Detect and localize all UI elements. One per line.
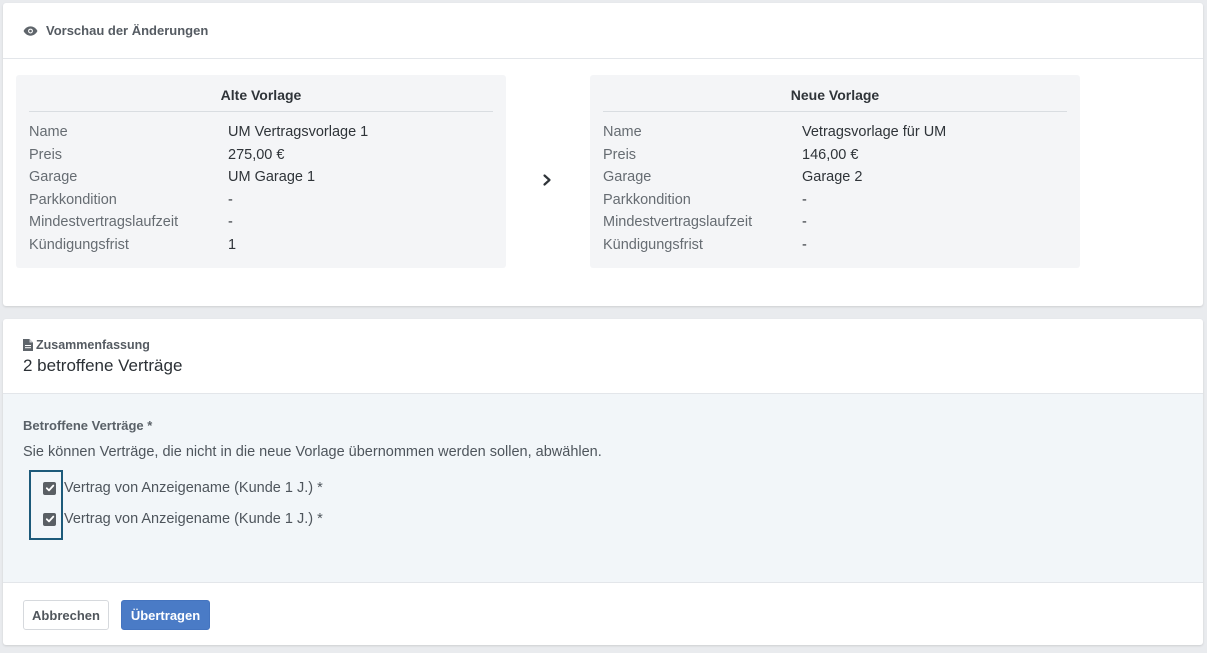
check-icon <box>45 484 54 492</box>
new-row-min-term: Mindestvertragslaufzeit - <box>603 211 1067 234</box>
row-value: Vetragsvorlage für UM <box>802 124 947 140</box>
row-value: - <box>228 191 233 208</box>
transfer-button[interactable]: Übertragen <box>121 600 210 630</box>
new-row-parking-condition: Parkkondition - <box>603 189 1067 212</box>
summary-label-text: Zusammenfassung <box>36 338 150 352</box>
row-key: Name <box>29 124 68 140</box>
new-row-price: Preis 146,00 € <box>603 144 1067 167</box>
preview-title: Vorschau der Änderungen <box>46 23 209 38</box>
row-value: 275,00 € <box>228 146 285 163</box>
row-key: Parkkondition <box>603 191 691 208</box>
preview-header: Vorschau der Änderungen <box>3 3 1203 59</box>
old-row-name: Name UM Vertragsvorlage 1 <box>29 121 493 144</box>
new-row-notice-period: Kündigungsfrist - <box>603 234 1067 257</box>
new-row-name: Name Vetragsvorlage für UM <box>603 121 1067 144</box>
old-row-min-term: Mindestvertragslaufzeit - <box>29 211 493 234</box>
summary-title: 2 betroffene Verträge <box>23 356 183 375</box>
row-value: Garage 2 <box>802 169 863 185</box>
old-row-notice-period: Kündigungsfrist 1 <box>29 234 493 257</box>
row-key: Kündigungsfrist <box>29 236 129 253</box>
row-key: Preis <box>29 146 63 163</box>
new-template-panel: Neue Vorlage Name Vetragsvorlage für UM … <box>590 75 1080 268</box>
cancel-button[interactable]: Abbrechen <box>23 600 109 630</box>
row-value: - <box>802 214 807 230</box>
contract-label: Vertrag von Anzeigename (Kunde 1 J.) * <box>64 480 323 496</box>
old-row-price: Preis 275,00 € <box>29 144 493 167</box>
row-value: - <box>802 191 807 208</box>
contract-checkbox-row[interactable]: Vertrag von Anzeigename (Kunde 1 J.) * <box>43 480 323 496</box>
row-key: Garage <box>29 169 78 185</box>
row-key: Kündigungsfrist <box>603 236 703 253</box>
row-key: Preis <box>603 146 637 163</box>
summary-label: Zusammenfassung <box>23 338 150 352</box>
new-template-heading: Neue Vorlage <box>603 75 1067 112</box>
row-value: - <box>802 236 807 253</box>
row-value: 146,00 € <box>802 146 859 163</box>
row-key: Mindestvertragslaufzeit <box>603 214 753 230</box>
contract-label: Vertrag von Anzeigename (Kunde 1 J.) * <box>64 511 323 527</box>
row-value: 1 <box>228 236 237 253</box>
chevron-right-icon <box>540 173 554 187</box>
preview-card: Vorschau der Änderungen Alte Vorlage Nam… <box>3 3 1203 306</box>
row-value: - <box>228 214 233 230</box>
old-row-parking-condition: Parkkondition - <box>29 189 493 212</box>
row-value: UM Garage 1 <box>228 169 316 185</box>
new-row-garage: Garage Garage 2 <box>603 166 1067 189</box>
old-row-garage: Garage UM Garage 1 <box>29 166 493 189</box>
old-template-heading: Alte Vorlage <box>29 75 493 112</box>
summary-card: Zusammenfassung 2 betroffene Verträge Be… <box>3 319 1203 645</box>
row-key: Garage <box>603 169 652 185</box>
document-icon <box>23 339 33 351</box>
affected-contracts-label: Betroffene Verträge * <box>23 418 153 433</box>
row-key: Name <box>603 124 642 140</box>
eye-icon <box>23 25 39 37</box>
affected-contracts-form: Betroffene Verträge * Sie können Verträg… <box>3 394 1203 583</box>
row-key: Mindestvertragslaufzeit <box>29 214 179 230</box>
row-key: Parkkondition <box>29 191 117 208</box>
checkbox-checked[interactable] <box>43 512 56 526</box>
check-icon <box>45 515 54 523</box>
affected-contracts-help: Sie können Verträge, die nicht in die ne… <box>23 444 602 460</box>
old-template-panel: Alte Vorlage Name UM Vertragsvorlage 1 P… <box>16 75 506 268</box>
contract-checkbox-row[interactable]: Vertrag von Anzeigename (Kunde 1 J.) * <box>43 511 323 527</box>
row-value: UM Vertragsvorlage 1 <box>228 124 369 140</box>
checkbox-checked[interactable] <box>43 481 56 495</box>
summary-header: Zusammenfassung 2 betroffene Verträge <box>3 319 1203 394</box>
